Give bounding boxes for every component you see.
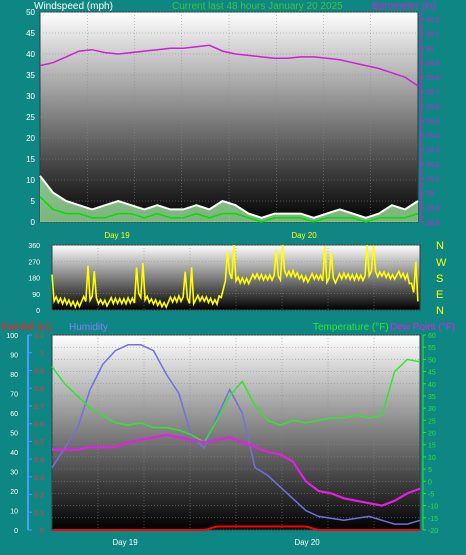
temperature-label: Temperature (°F): [313, 322, 389, 333]
baro-ytick-label: 29.5: [426, 119, 440, 126]
baro-ytick-label: 29.7: [426, 90, 440, 97]
humidity-ytick-label: 0: [14, 528, 18, 535]
baro-ytick-label: 29.2: [426, 162, 440, 169]
temp-ytick-label: 45: [428, 370, 436, 377]
temp-ytick-label: 60: [428, 333, 436, 340]
temp-ytick-label: 35: [428, 394, 436, 401]
direction-ytick-label: 180: [28, 276, 40, 283]
temp-ytick-label: -20: [428, 528, 438, 535]
direction-ytick-label: 0: [36, 308, 40, 315]
wind-ytick-label: 0: [31, 218, 36, 227]
wind-ytick-label: 40: [26, 50, 35, 59]
temperature-humidity-chart: 010203040506070809010000.10.20.30.40.50.…: [6, 333, 438, 547]
baro-ytick-label: 29.4: [426, 133, 440, 140]
wind-ytick-label: 10: [26, 176, 35, 185]
humidity-ytick-label: 70: [10, 392, 18, 399]
rain-ytick-label: 0.9: [34, 368, 44, 375]
temp-ytick-label: -5: [428, 491, 434, 498]
direction-ytick-label: 360: [28, 243, 40, 250]
temp-ytick-label: -15: [428, 516, 438, 523]
humidity-ytick-label: 80: [10, 372, 18, 379]
compass-e: E: [436, 289, 444, 301]
rain-ytick-label: 0.7: [34, 404, 44, 411]
wind-ytick-label: 35: [26, 71, 35, 80]
compass-n-bottom: N: [436, 305, 444, 317]
rain-ytick-label: 0.4: [34, 457, 44, 464]
wind-direction-chart: 0 90 180 270 360: [28, 243, 421, 315]
rain-ytick-label: 0: [40, 528, 44, 535]
direction-ytick-label: 90: [32, 292, 40, 299]
barometer-label: Barometer (in): [372, 1, 436, 12]
baro-ytick-label: 28.8: [426, 220, 440, 227]
temp-xtick-label: Day 19: [112, 538, 138, 547]
wind-ytick-label: 30: [26, 92, 35, 101]
humidity-ytick-label: 100: [6, 333, 18, 340]
humidity-ytick-label: 90: [10, 353, 18, 360]
humidity-ytick-label: 10: [10, 509, 18, 516]
temp-xtick-label: Day 20: [294, 538, 320, 547]
wind-xtick-label: Day 20: [291, 231, 317, 240]
baro-ytick-label: 30: [426, 46, 434, 53]
weather-charts-canvas: 0510152025303540455028.828.92929.129.229…: [6, 8, 440, 547]
current-period-label: Current last 48 hours January 20 2025: [172, 1, 343, 12]
humidity-ytick-label: 20: [10, 489, 18, 496]
temp-ytick-label: 40: [428, 382, 436, 389]
humidity-ytick-label: 50: [10, 431, 18, 438]
windspeed-label: Windspeed (mph): [34, 1, 113, 12]
temp-ytick-label: -10: [428, 504, 438, 511]
temp-ytick-label: 50: [428, 357, 436, 364]
temp-ytick-label: 0: [428, 479, 432, 486]
temp-ytick-label: 25: [428, 418, 436, 425]
baro-ytick-label: 29.9: [426, 61, 440, 68]
wind-barometer-chart: 0510152025303540455028.828.92929.129.229…: [26, 8, 440, 240]
rain-ytick-label: 0.6: [34, 422, 44, 429]
baro-ytick-label: 29.3: [426, 148, 440, 155]
wind-ytick-label: 25: [26, 113, 35, 122]
temp-ytick-label: 15: [428, 443, 436, 450]
direction-ytick-label: 270: [28, 259, 40, 266]
wind-ytick-label: 15: [26, 155, 35, 164]
temp-ytick-label: 10: [428, 455, 436, 462]
baro-ytick-label: 29.6: [426, 104, 440, 111]
compass-s: S: [436, 273, 444, 285]
wind-xtick-label: Day 19: [104, 231, 130, 240]
rain-ytick-label: 1: [40, 351, 44, 358]
compass-w: W: [436, 257, 447, 269]
rain-ytick-label: 0.3: [34, 475, 44, 482]
temp-ytick-label: 20: [428, 431, 436, 438]
rain-ytick-label: 0.8: [34, 386, 44, 393]
baro-ytick-label: 30.2: [426, 17, 440, 24]
wind-ytick-label: 5: [31, 197, 36, 206]
rainfall-label: Rainfall (in): [1, 322, 52, 333]
temp-ytick-label: 5: [428, 467, 432, 474]
baro-ytick-label: 29.1: [426, 177, 440, 184]
rain-ytick-label: 0.1: [34, 510, 44, 517]
rain-ytick-label: 0.5: [34, 439, 44, 446]
humidity-label: Humidity: [69, 322, 108, 333]
temp-ytick-label: 30: [428, 406, 436, 413]
compass-n-top: N: [436, 240, 444, 252]
temp-ytick-label: 55: [428, 345, 436, 352]
baro-ytick-label: 30.1: [426, 32, 440, 39]
dew-point-label: Dew Point (°F): [390, 322, 456, 333]
wind-ytick-label: 45: [26, 29, 35, 38]
humidity-ytick-label: 60: [10, 411, 18, 418]
wind-ytick-label: 20: [26, 134, 35, 143]
baro-ytick-label: 29.8: [426, 75, 440, 82]
humidity-ytick-label: 40: [10, 450, 18, 457]
baro-ytick-label: 28.9: [426, 206, 440, 213]
rain-ytick-label: 0.2: [34, 493, 44, 500]
baro-ytick-label: 29: [426, 191, 434, 198]
humidity-ytick-label: 30: [10, 470, 18, 477]
rain-ytick-label: 1.1: [34, 333, 44, 340]
